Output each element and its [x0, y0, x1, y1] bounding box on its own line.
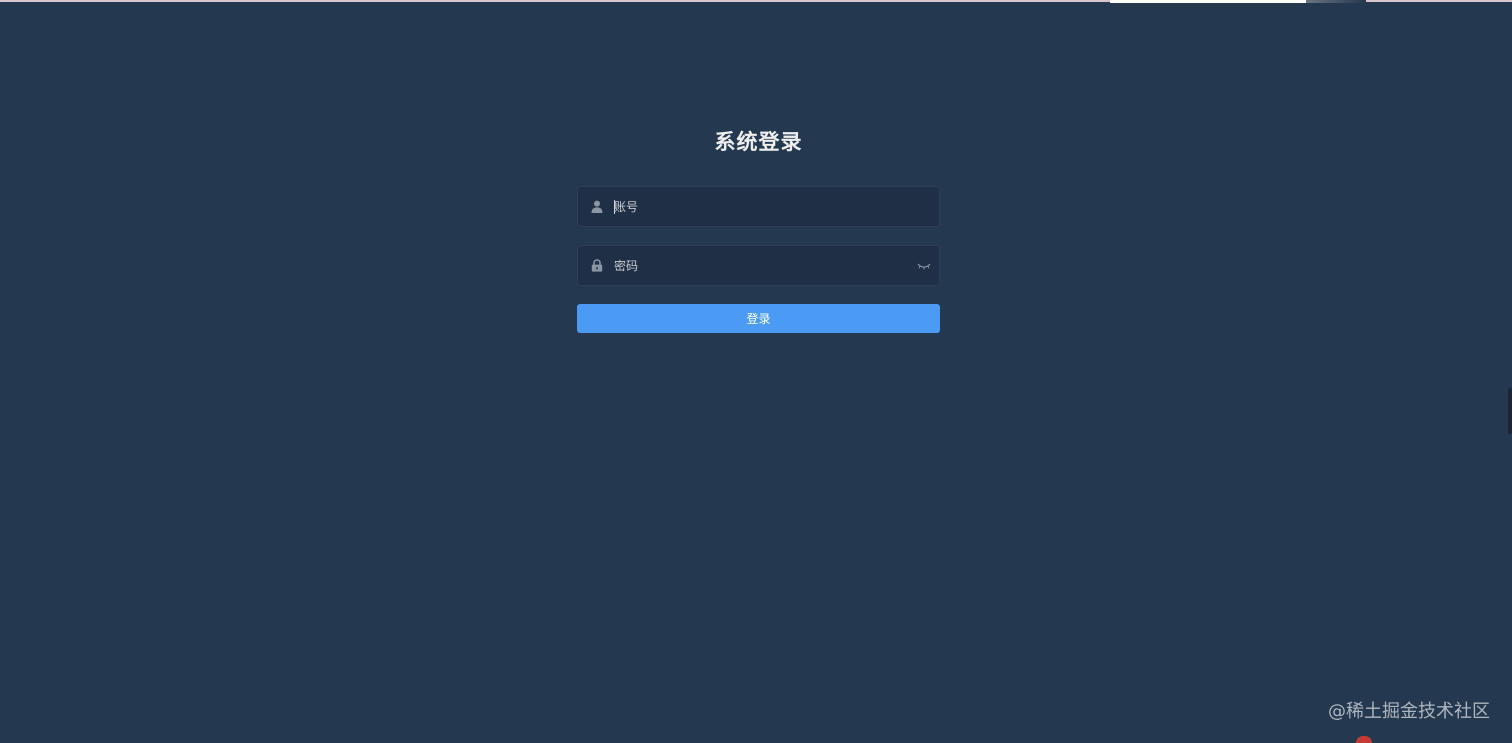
page-title: 系统登录 — [714, 130, 803, 154]
login-page: { "title": "系统登录", "account": { "placeho… — [0, 0, 1512, 743]
corner-badge — [1356, 736, 1372, 743]
scrollbar-handle[interactable] — [1508, 388, 1512, 434]
browser-top-highlight — [1110, 0, 1306, 3]
user-icon — [589, 199, 604, 214]
password-field[interactable] — [577, 245, 940, 286]
login-button[interactable]: 登录 — [577, 304, 940, 333]
login-form: 系统登录 登录 — [577, 120, 940, 333]
password-input[interactable] — [614, 246, 914, 285]
account-field[interactable] — [577, 186, 940, 227]
account-input[interactable] — [614, 187, 914, 226]
eye-closed-icon[interactable] — [916, 259, 932, 273]
lock-icon — [589, 258, 604, 273]
browser-top-shade — [1306, 0, 1366, 3]
watermark-text: @稀土掘金技术社区 — [1328, 701, 1490, 722]
